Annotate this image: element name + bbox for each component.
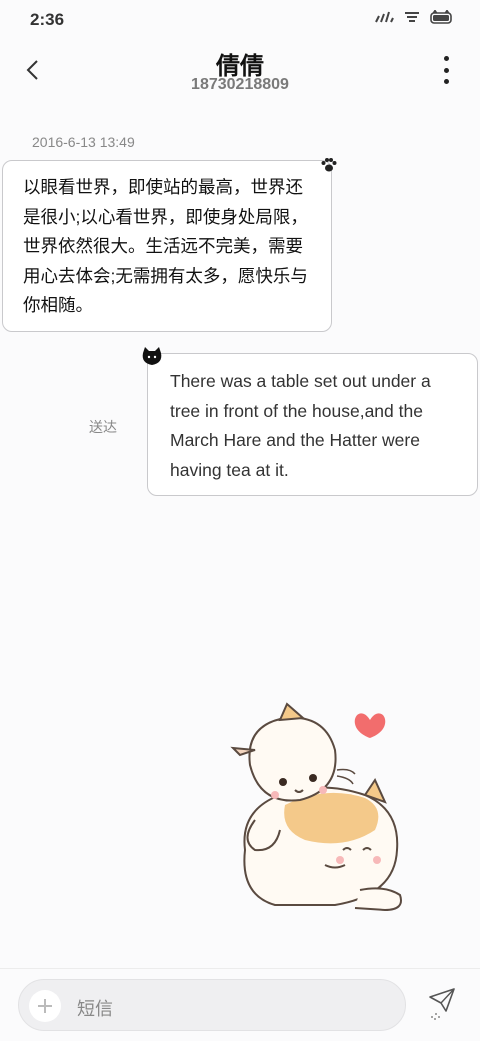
heart-icon (354, 713, 386, 738)
cats-illustration (230, 702, 402, 912)
more-options-button[interactable] (436, 56, 456, 84)
more-dot-icon (443, 67, 449, 73)
input-placeholder: 短信 (77, 999, 113, 1019)
composer-bar: 短信 (0, 968, 480, 1041)
sent-message-bubble[interactable]: There was a table set out under a tree i… (147, 353, 478, 496)
paw-icon (321, 158, 337, 172)
received-message-bubble[interactable]: 以眼看世界，即使站的最高，世界还是很小;以心看世界，即使身处局限，世界依然很大。… (2, 160, 332, 332)
status-icons (374, 10, 454, 24)
plus-icon (38, 999, 52, 1013)
send-button[interactable] (424, 983, 460, 1023)
received-message-text: 以眼看世界，即使站的最高，世界还是很小;以心看世界，即使身处局限，世界依然很大。… (23, 177, 308, 315)
cat-head-icon (142, 347, 162, 365)
sms-input-field[interactable]: 短信 (18, 979, 406, 1031)
conversation-header: 倩倩 18730218809 (0, 38, 480, 108)
signal-icon (375, 11, 394, 23)
more-dot-icon (443, 79, 449, 84)
sent-message-text: There was a table set out under a tree i… (170, 371, 431, 480)
status-bar: 2:36 (0, 0, 480, 38)
send-icon (429, 988, 455, 1020)
delivery-status: 送达 (89, 419, 117, 435)
attach-button[interactable] (29, 990, 61, 1022)
more-dot-icon (443, 56, 449, 61)
battery-icon (430, 10, 452, 24)
contact-number: 18730218809 (191, 76, 289, 93)
status-time: 2:36 (30, 10, 65, 29)
wifi-icon (405, 12, 419, 22)
message-timestamp: 2016-6-13 13:49 (32, 134, 135, 150)
